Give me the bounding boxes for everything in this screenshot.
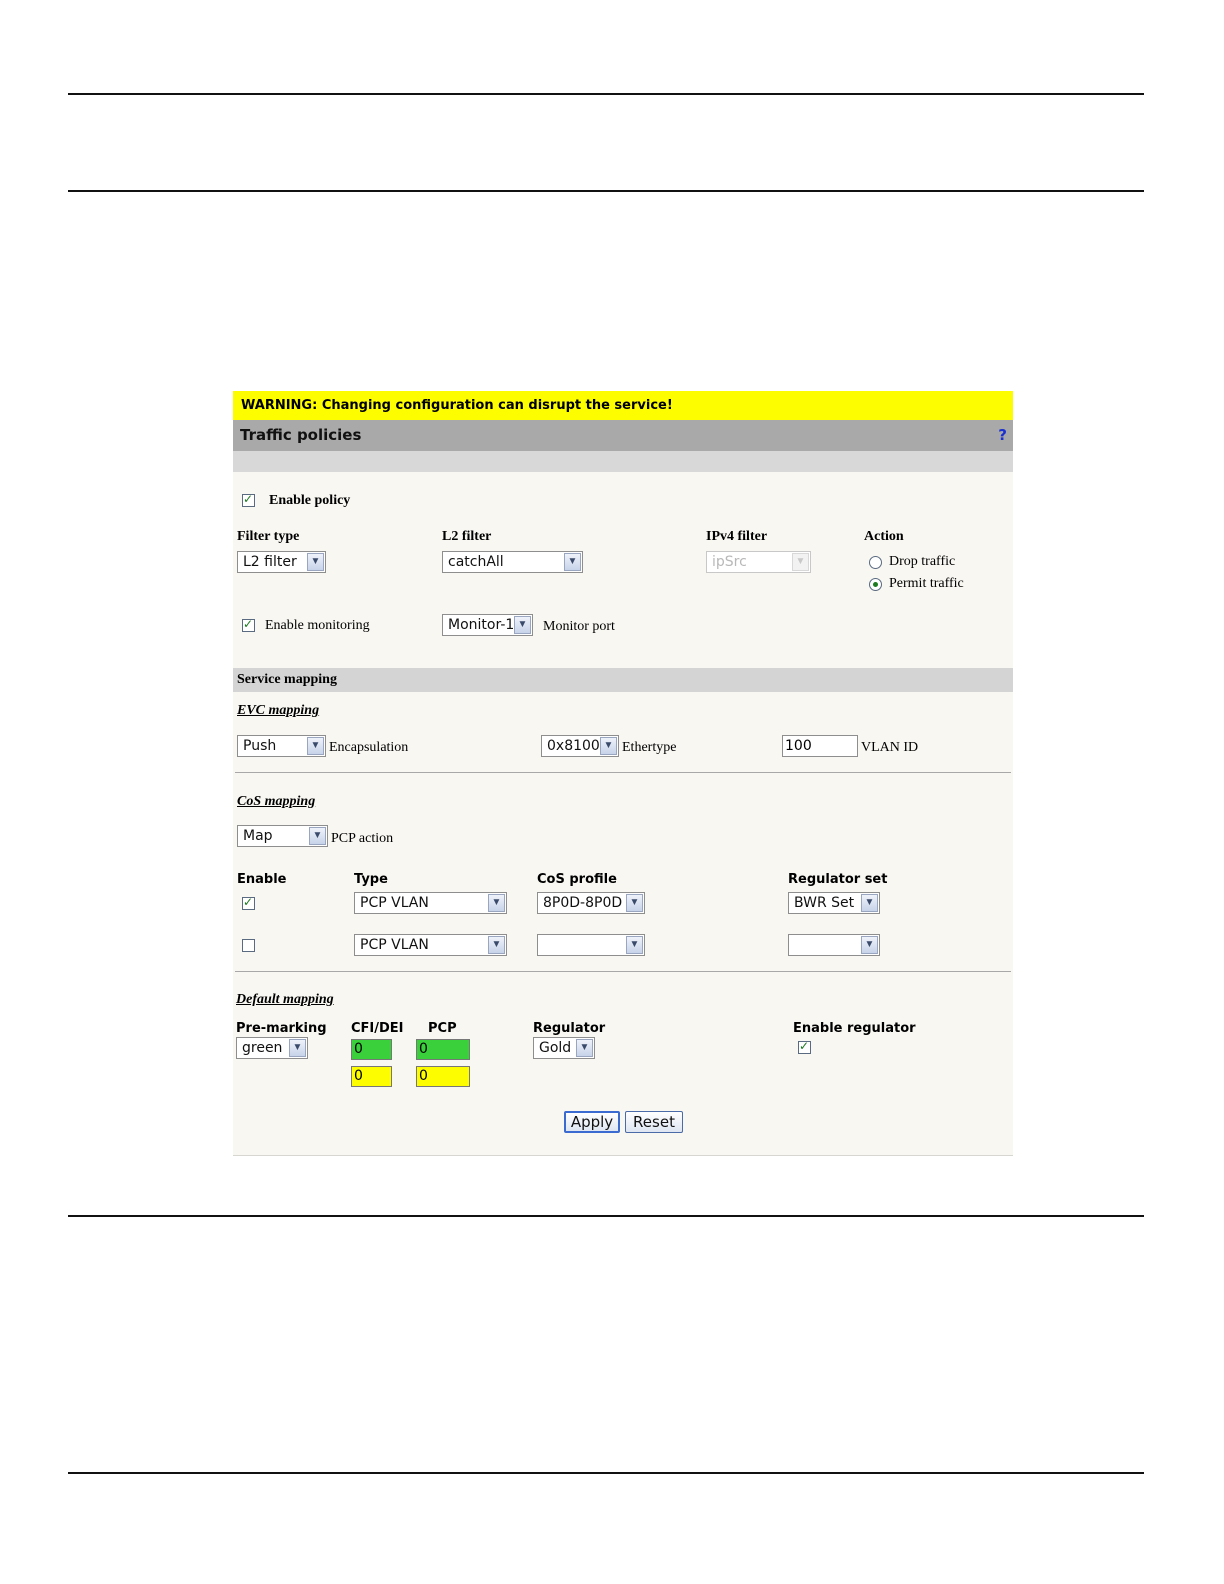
l2-filter-label: L2 filter <box>442 529 492 544</box>
monitor-value: Monitor-1 <box>448 617 515 633</box>
ethertype-select[interactable]: 0x8100 ▼ <box>541 735 619 757</box>
enable-regulator-header: Enable regulator <box>793 1021 916 1036</box>
chevron-down-icon: ▼ <box>488 936 505 954</box>
chevron-down-icon: ▼ <box>309 827 326 845</box>
default-mapping-title: Default mapping <box>236 992 334 1007</box>
filter-type-select[interactable]: L2 filter ▼ <box>237 551 326 573</box>
cos-row-2-type-select[interactable]: PCP VLAN ▼ <box>354 934 507 956</box>
chevron-down-icon: ▼ <box>626 936 643 954</box>
drop-traffic-radio[interactable] <box>869 556 882 569</box>
cfi-dei-header: CFI/DEI <box>351 1021 404 1036</box>
monitor-select[interactable]: Monitor-1 ▼ <box>442 614 533 636</box>
chevron-down-icon: ▼ <box>307 553 324 571</box>
chevron-down-icon: ▼ <box>564 553 581 571</box>
enable-monitoring-checkbox[interactable] <box>242 617 255 632</box>
chevron-down-icon: ▼ <box>861 894 878 912</box>
pcp-header: PCP <box>428 1021 457 1036</box>
top-rule-1 <box>68 93 1144 95</box>
ethertype-label: Ethertype <box>622 740 677 755</box>
vlan-id-input[interactable]: 100 <box>782 735 858 757</box>
warning-banner: WARNING: Changing configuration can disr… <box>233 391 1013 420</box>
cos-row-1-profile-value: 8P0D-8P0D <box>543 895 623 911</box>
pcp-action-value: Map <box>243 828 273 844</box>
action-label: Action <box>864 529 904 544</box>
vlan-id-label: VLAN ID <box>861 740 919 755</box>
chevron-down-icon: ▼ <box>600 737 617 755</box>
yellow-cfi-dei-input[interactable]: 0 <box>351 1066 392 1087</box>
drop-traffic-label: Drop traffic <box>889 554 956 569</box>
ipv4-filter-label: IPv4 filter <box>706 529 768 544</box>
enable-policy-checkbox[interactable] <box>242 492 255 507</box>
encapsulation-select[interactable]: Push ▼ <box>237 735 326 757</box>
l2-filter-value: catchAll <box>448 554 504 570</box>
chevron-down-icon: ▼ <box>307 737 324 755</box>
monitor-port-label: Monitor port <box>543 619 615 634</box>
enable-policy-label: Enable policy <box>269 493 351 508</box>
cos-profile-header: CoS profile <box>537 872 617 887</box>
cos-row-1-regulator-value: BWR Set <box>794 895 855 911</box>
cos-row-1-type-value: PCP VLAN <box>360 895 429 911</box>
green-cfi-dei-input[interactable]: 0 <box>351 1039 392 1060</box>
pre-marking-select[interactable]: green ▼ <box>236 1037 308 1059</box>
enable-monitoring-label: Enable monitoring <box>265 618 370 633</box>
pcp-action-label: PCP action <box>331 831 394 846</box>
chevron-down-icon: ▼ <box>514 616 531 634</box>
service-mapping-header: Service mapping <box>233 668 1013 692</box>
ethertype-value: 0x8100 <box>547 738 600 754</box>
cos-row-2-type-value: PCP VLAN <box>360 937 429 953</box>
bottom-rule-1 <box>68 1215 1144 1217</box>
panel-titlebar: Traffic policies ? <box>233 420 1013 451</box>
l2-filter-select[interactable]: catchAll ▼ <box>442 551 583 573</box>
permit-traffic-radio[interactable] <box>869 578 882 591</box>
filter-type-label: Filter type <box>237 529 300 544</box>
permit-traffic-label: Permit traffic <box>889 576 964 591</box>
evc-mapping-title: EVC mapping <box>237 703 320 718</box>
top-rule-2 <box>68 190 1144 192</box>
pcp-action-select[interactable]: Map ▼ <box>237 825 328 847</box>
cos-row-2-enable-checkbox[interactable] <box>242 939 255 952</box>
encapsulation-value: Push <box>243 738 277 754</box>
filter-type-value: L2 filter <box>243 554 297 570</box>
yellow-pcp-input[interactable]: 0 <box>416 1066 470 1087</box>
ipv4-filter-select: ipSrc ▼ <box>706 551 811 573</box>
regulator-set-header: Regulator set <box>788 872 888 887</box>
chevron-down-icon: ▼ <box>626 894 643 912</box>
chevron-down-icon: ▼ <box>289 1039 306 1057</box>
enable-regulator-checkbox[interactable] <box>798 1039 811 1054</box>
reset-button[interactable]: Reset <box>625 1111 683 1133</box>
bottom-rule-2 <box>68 1472 1144 1474</box>
page-title: Traffic policies <box>240 426 362 444</box>
cos-row-1-enable-checkbox[interactable] <box>242 895 255 910</box>
chevron-down-icon: ▼ <box>488 894 505 912</box>
encapsulation-label: Encapsulation <box>329 740 409 755</box>
ipv4-filter-value: ipSrc <box>712 554 747 570</box>
chevron-down-icon: ▼ <box>861 936 878 954</box>
chevron-down-icon: ▼ <box>792 553 809 571</box>
regulator-select[interactable]: Gold ▼ <box>533 1037 595 1059</box>
pre-marking-value: green <box>242 1040 283 1056</box>
cos-enable-header: Enable <box>237 872 287 887</box>
cos-row-1-type-select[interactable]: PCP VLAN ▼ <box>354 892 507 914</box>
green-pcp-input[interactable]: 0 <box>416 1039 470 1060</box>
cos-type-header: Type <box>354 872 388 887</box>
cos-mapping-title: CoS mapping <box>237 794 316 809</box>
regulator-value: Gold <box>539 1040 572 1056</box>
cos-row-1-regulator-select[interactable]: BWR Set ▼ <box>788 892 880 914</box>
title-subbar <box>233 451 1013 472</box>
cos-row-2-profile-select[interactable]: ▼ <box>537 934 645 956</box>
apply-button[interactable]: Apply <box>564 1111 620 1133</box>
help-icon[interactable]: ? <box>998 420 1007 451</box>
section-divider <box>235 971 1011 972</box>
regulator-header: Regulator <box>533 1021 606 1036</box>
section-divider <box>235 772 1011 773</box>
pre-marking-header: Pre-marking <box>236 1021 327 1036</box>
cos-row-2-regulator-select[interactable]: ▼ <box>788 934 880 956</box>
traffic-policies-panel: WARNING: Changing configuration can disr… <box>233 391 1013 1156</box>
cos-row-1-profile-select[interactable]: 8P0D-8P0D ▼ <box>537 892 645 914</box>
chevron-down-icon: ▼ <box>576 1039 593 1057</box>
